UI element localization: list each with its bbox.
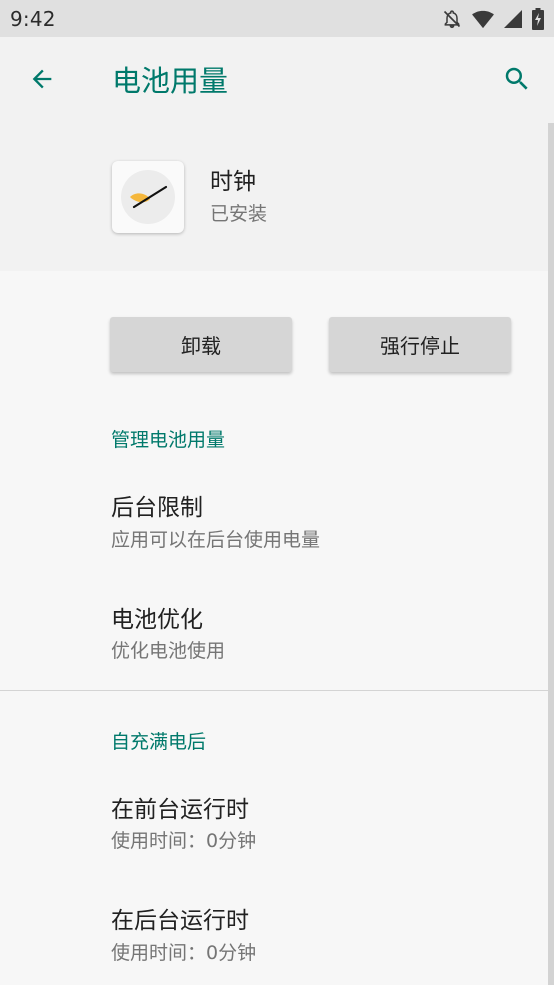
pref-title: 在后台运行时 [111, 908, 249, 934]
status-bar: 9:42 [0, 0, 554, 37]
back-button[interactable] [22, 61, 62, 101]
pref-summary: 使用时间：0分钟 [111, 942, 257, 964]
pref-summary: 使用时间：0分钟 [111, 830, 257, 852]
page-title: 电池用量 [112, 64, 229, 98]
app-bar: 电池用量 [0, 37, 554, 123]
clock-app-icon [112, 161, 184, 233]
cellular-signal-icon [504, 9, 522, 28]
search-button[interactable] [497, 61, 537, 101]
section-header-since-full-charge: 自充满电后 [111, 731, 207, 753]
uninstall-button[interactable]: 卸载 [110, 317, 292, 372]
scrollbar[interactable] [548, 123, 554, 985]
divider [0, 690, 554, 691]
pref-title: 后台限制 [111, 495, 203, 521]
notifications-off-icon [442, 9, 462, 29]
pref-summary: 应用可以在后台使用电量 [111, 529, 321, 551]
pref-summary: 优化电池使用 [111, 640, 226, 662]
arrow-back-icon [28, 65, 56, 97]
search-icon [502, 64, 532, 98]
status-time: 9:42 [10, 6, 56, 31]
status-icons [442, 7, 544, 30]
app-install-status: 已安装 [210, 203, 268, 225]
pref-title: 电池优化 [111, 607, 203, 633]
app-name: 时钟 [210, 169, 256, 195]
wifi-icon [472, 9, 494, 29]
force-stop-button[interactable]: 强行停止 [329, 317, 511, 372]
battery-charging-icon [532, 7, 544, 30]
section-header-manage: 管理电池用量 [111, 429, 226, 451]
pref-title: 在前台运行时 [111, 797, 249, 823]
app-header: 时钟 已安装 [0, 123, 554, 271]
